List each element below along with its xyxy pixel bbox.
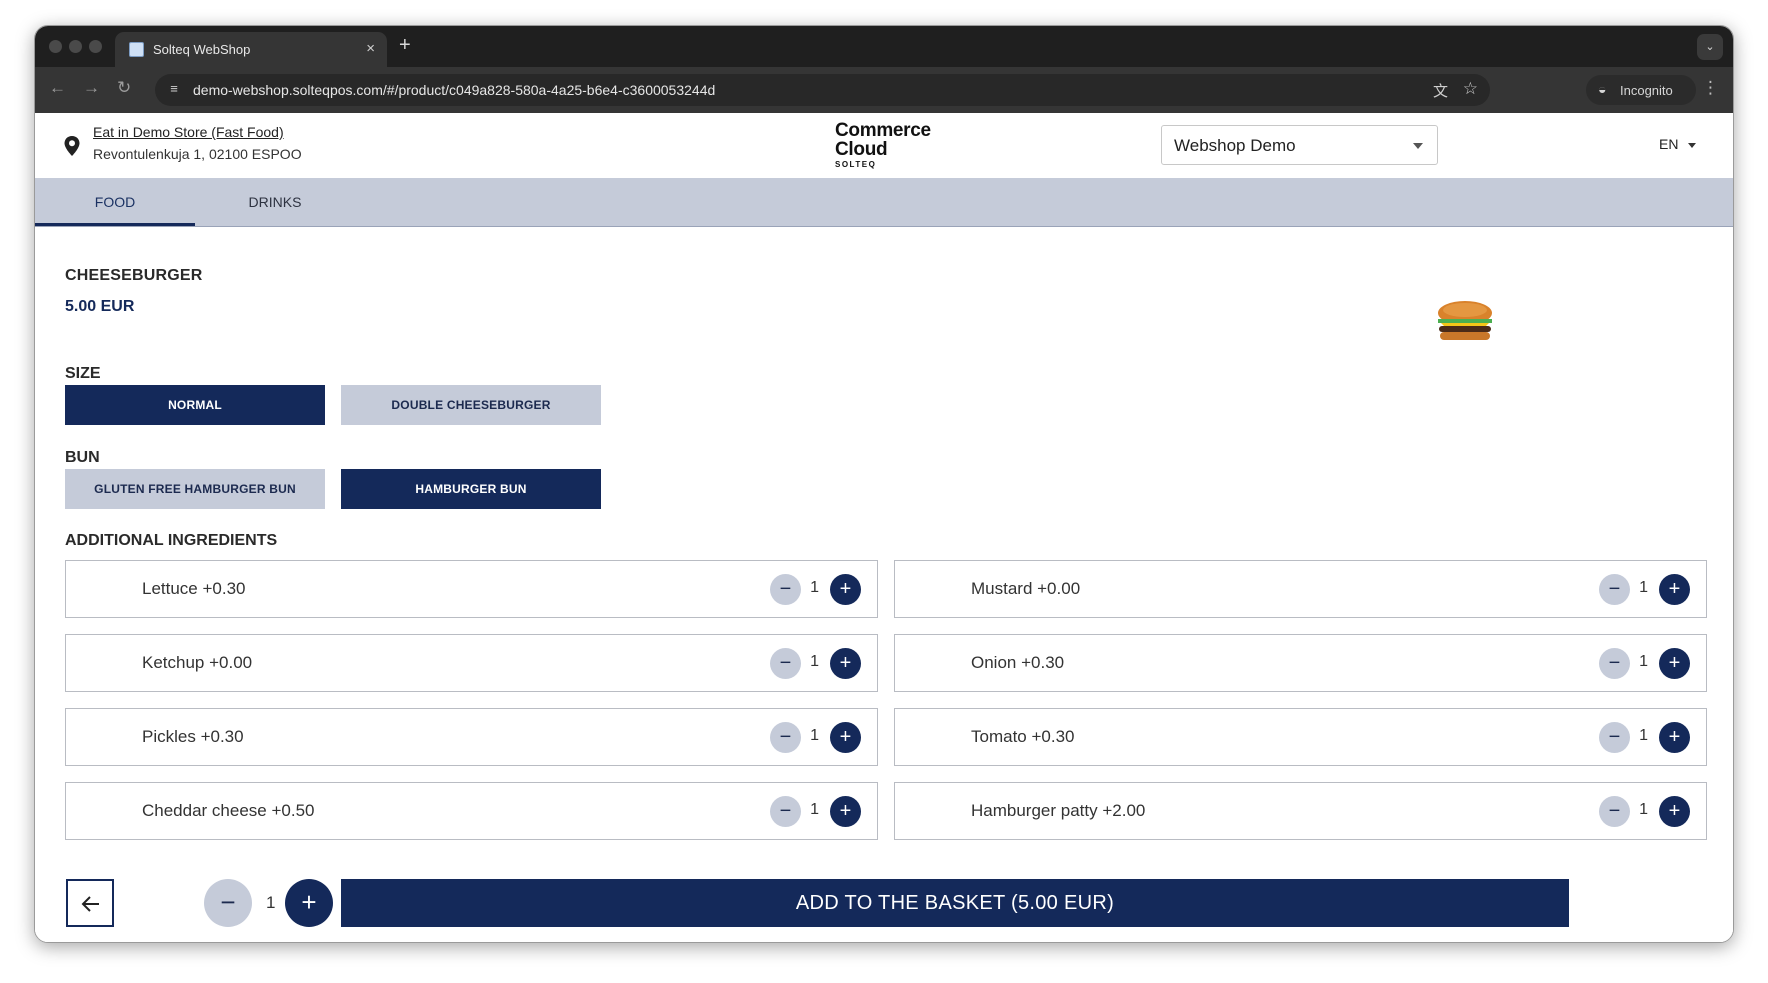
ingredient-label: Pickles +0.30 (142, 727, 244, 746)
browser-tab[interactable]: Solteq WebShop × (115, 32, 387, 67)
bookmark-star-icon[interactable]: ☆ (1463, 79, 1478, 99)
bun-section-title: BUN (65, 449, 100, 466)
tab-strip: Solteq WebShop × + ⌄ (35, 26, 1733, 67)
site-info-icon[interactable]: ≡ (165, 81, 183, 99)
ingredient-qty: 1 (1639, 801, 1648, 818)
ingredient-label: Onion +0.30 (971, 653, 1065, 672)
decrease-lettuce-button[interactable]: − (770, 574, 801, 605)
tab-title: Solteq WebShop (153, 42, 251, 57)
increase-pickles-button[interactable]: + (830, 722, 861, 753)
language-value: EN (1659, 136, 1679, 152)
browser-window: Solteq WebShop × + ⌄ ← → ↻ ≡ demo-websho… (34, 25, 1734, 943)
bun-option-hamburger-bun[interactable]: HAMBURGER BUN (341, 469, 601, 509)
translate-icon[interactable]: 文 (1433, 80, 1448, 101)
address-bar[interactable]: ≡ demo-webshop.solteqpos.com/#/product/c… (155, 74, 1490, 106)
increase-mustard-button[interactable]: + (1659, 574, 1690, 605)
forward-nav-icon[interactable]: → (83, 78, 100, 98)
store-select-value: Webshop Demo (1174, 136, 1296, 155)
ingredient-row-pickles: Pickles +0.30 − 1 + (65, 708, 878, 766)
back-nav-icon[interactable]: ← (49, 78, 66, 98)
ingredient-label: Ketchup +0.00 (142, 653, 253, 672)
incognito-label: Incognito (1620, 83, 1673, 98)
increase-ketchup-button[interactable]: + (830, 648, 861, 679)
logo-line-2: Cloud (835, 139, 888, 160)
ingredient-label: Lettuce +0.30 (142, 579, 246, 598)
store-select[interactable]: Webshop Demo (1161, 125, 1438, 165)
decrease-ketchup-button[interactable]: − (770, 648, 801, 679)
webshop-page: Eat in Demo Store (Fast Food) Revontulen… (35, 113, 1733, 942)
ingredient-qty: 1 (1639, 579, 1648, 596)
ingredient-label: Tomato +0.30 (971, 727, 1075, 746)
incognito-icon: ◒ (1598, 81, 1607, 97)
category-tab-drinks[interactable]: DRINKS (195, 178, 355, 226)
reload-icon[interactable]: ↻ (117, 78, 131, 98)
ingredient-qty: 1 (810, 653, 819, 670)
minimize-window-dot[interactable] (69, 40, 82, 53)
ingredient-row-onion: Onion +0.30 − 1 + (894, 634, 1707, 692)
size-section-title: SIZE (65, 365, 101, 382)
add-to-basket-button[interactable]: ADD TO THE BASKET (5.00 EUR) (341, 879, 1569, 927)
category-tab-food[interactable]: FOOD (35, 178, 195, 226)
product-quantity: 1 (266, 893, 276, 912)
ingredient-qty: 1 (810, 579, 819, 596)
site-header: Eat in Demo Store (Fast Food) Revontulen… (35, 113, 1733, 178)
bun-option-gluten-free[interactable]: GLUTEN FREE HAMBURGER BUN (65, 469, 325, 509)
ingredient-qty: 1 (810, 801, 819, 818)
browser-toolbar: ← → ↻ ≡ demo-webshop.solteqpos.com/#/pro… (35, 67, 1733, 113)
close-window-dot[interactable] (49, 40, 62, 53)
ingredients-section-title: ADDITIONAL INGREDIENTS (65, 532, 278, 549)
increase-quantity-button[interactable]: + (285, 879, 333, 927)
location-pin-icon (64, 136, 80, 156)
tab-close-icon[interactable]: × (366, 40, 375, 57)
increase-hamburger-patty-button[interactable]: + (1659, 796, 1690, 827)
increase-cheddar-cheese-button[interactable]: + (830, 796, 861, 827)
ingredient-label: Hamburger patty +2.00 (971, 801, 1146, 820)
ingredient-qty: 1 (810, 727, 819, 744)
cheeseburger-image (1438, 301, 1492, 340)
arrow-left-icon (81, 896, 99, 912)
ingredient-row-lettuce: Lettuce +0.30 − 1 + (65, 560, 878, 618)
incognito-badge[interactable]: ◒ Incognito (1586, 75, 1696, 105)
page-favicon-icon (129, 42, 144, 57)
commerce-cloud-logo[interactable]: Commerce Cloud SOLTEQ (835, 121, 945, 169)
url-text[interactable]: demo-webshop.solteqpos.com/#/product/c04… (193, 82, 715, 98)
ingredient-row-mustard: Mustard +0.00 − 1 + (894, 560, 1707, 618)
ingredient-row-ketchup: Ketchup +0.00 − 1 + (65, 634, 878, 692)
tab-search-icon[interactable]: ⌄ (1697, 34, 1723, 60)
ingredient-row-cheddar-cheese: Cheddar cheese +0.50 − 1 + (65, 782, 878, 840)
caret-down-icon (1688, 142, 1697, 148)
product-price: 5.00 EUR (65, 298, 135, 315)
ingredient-label: Cheddar cheese +0.50 (142, 801, 315, 820)
category-bar: FOOD DRINKS (35, 178, 1733, 227)
increase-lettuce-button[interactable]: + (830, 574, 861, 605)
decrease-onion-button[interactable]: − (1599, 648, 1630, 679)
increase-onion-button[interactable]: + (1659, 648, 1690, 679)
ingredient-qty: 1 (1639, 727, 1648, 744)
zoom-window-dot[interactable] (89, 40, 102, 53)
decrease-hamburger-patty-button[interactable]: − (1599, 796, 1630, 827)
size-option-normal[interactable]: NORMAL (65, 385, 325, 425)
language-select[interactable]: EN (1659, 136, 1697, 152)
logo-line-1: Commerce (835, 120, 931, 141)
ingredient-label: Mustard +0.00 (971, 579, 1081, 598)
decrease-tomato-button[interactable]: − (1599, 722, 1630, 753)
store-address: Revontulenkuja 1, 02100 ESPOO (93, 146, 302, 162)
increase-tomato-button[interactable]: + (1659, 722, 1690, 753)
decrease-pickles-button[interactable]: − (770, 722, 801, 753)
back-button[interactable] (66, 879, 114, 927)
size-option-double-cheeseburger[interactable]: DOUBLE CHEESEBURGER (341, 385, 601, 425)
ingredient-row-hamburger-patty: Hamburger patty +2.00 − 1 + (894, 782, 1707, 840)
logo-line-3: SOLTEQ (835, 160, 877, 169)
new-tab-icon[interactable]: + (399, 34, 411, 57)
ingredient-qty: 1 (1639, 653, 1648, 670)
ingredient-row-tomato: Tomato +0.30 − 1 + (894, 708, 1707, 766)
decrease-quantity-button[interactable]: − (204, 879, 252, 927)
decrease-cheddar-cheese-button[interactable]: − (770, 796, 801, 827)
decrease-mustard-button[interactable]: − (1599, 574, 1630, 605)
chevron-down-icon (1413, 143, 1423, 149)
bottom-action-bar: − 1 + ADD TO THE BASKET (5.00 EUR) (35, 879, 1733, 942)
product-name: CHEESEBURGER (65, 267, 203, 284)
browser-menu-icon[interactable]: ⋮ (1702, 78, 1719, 98)
store-name-link[interactable]: Eat in Demo Store (Fast Food) (93, 124, 284, 140)
